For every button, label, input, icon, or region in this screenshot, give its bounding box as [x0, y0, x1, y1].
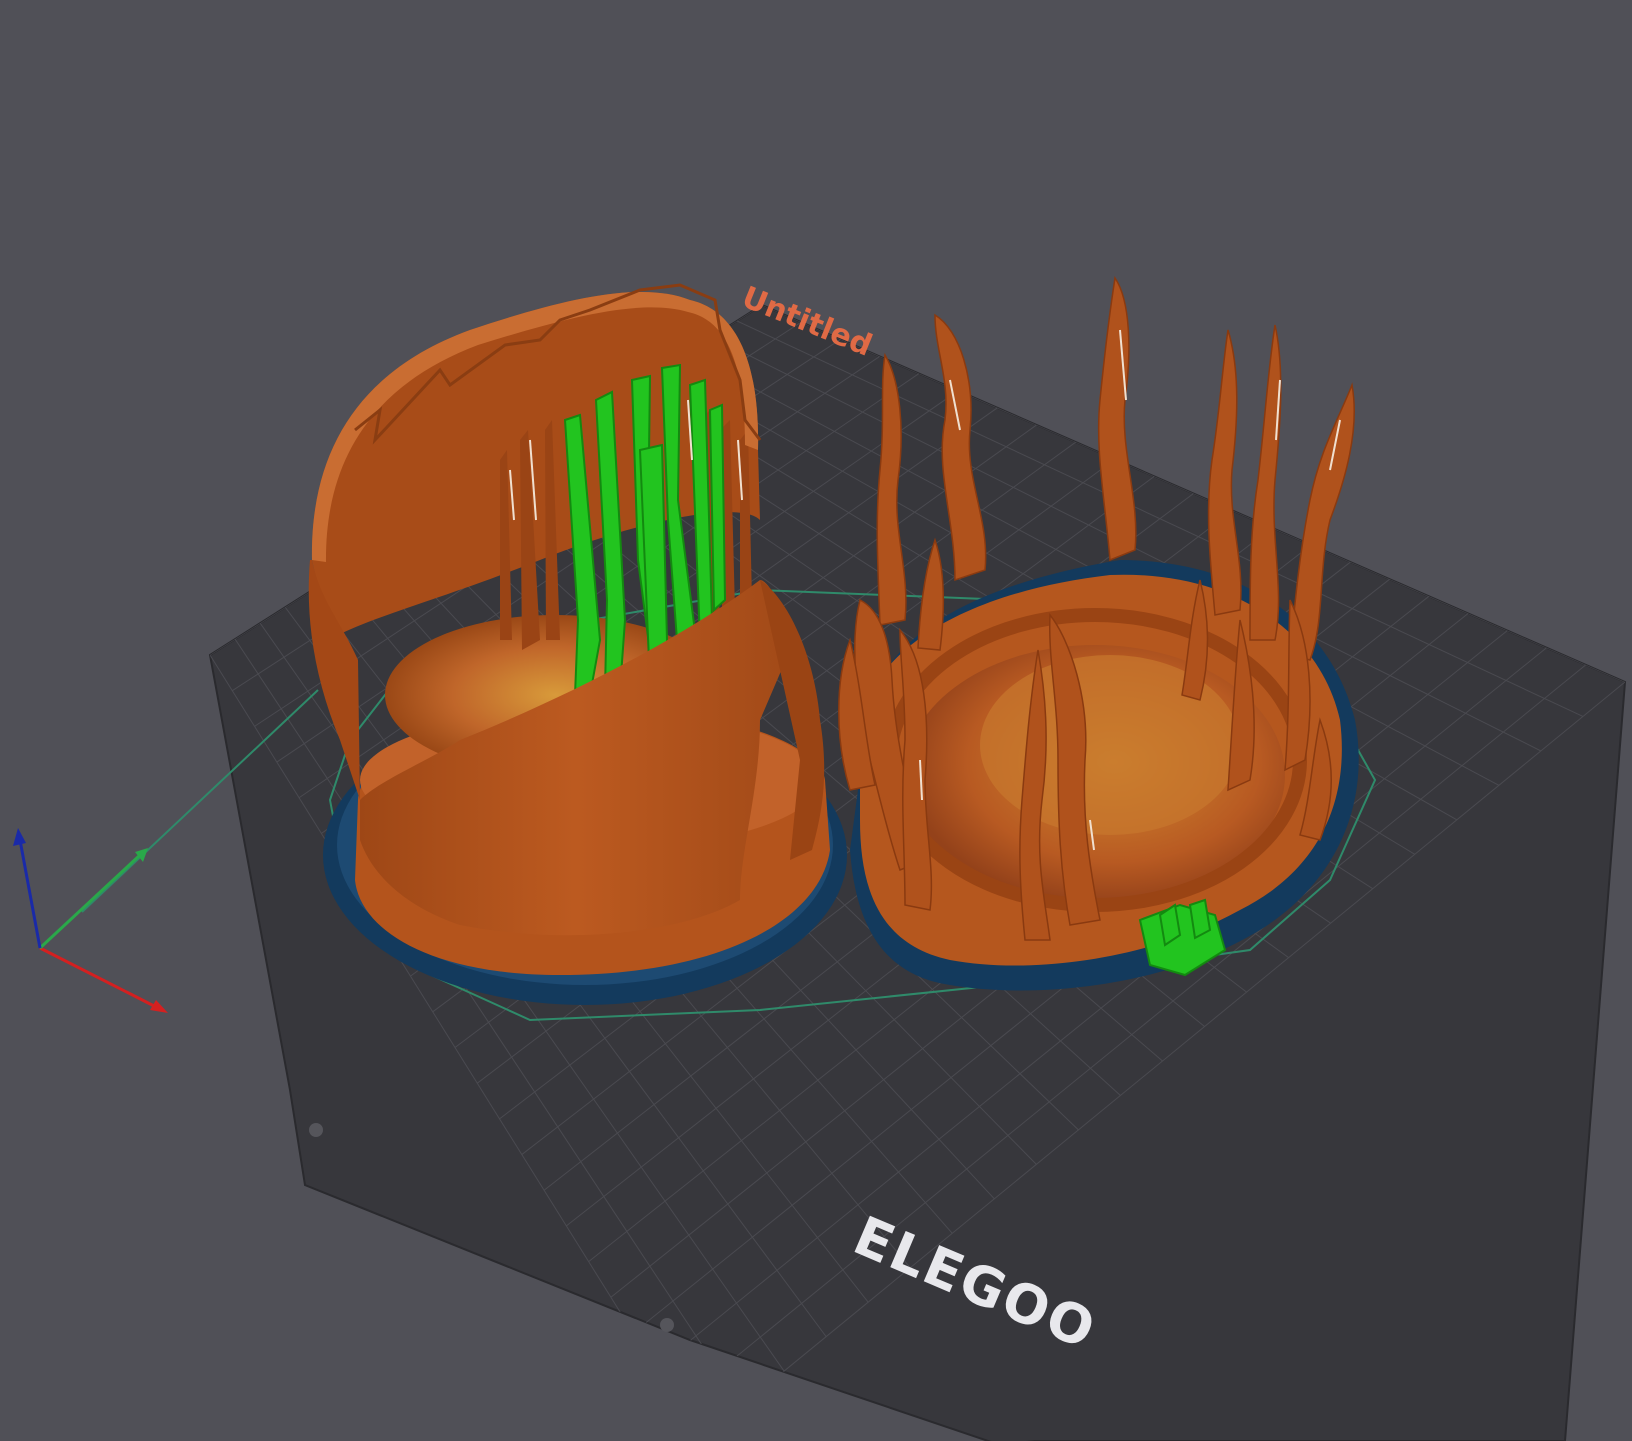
xyz-axis-icon[interactable]	[13, 828, 168, 1013]
3d-viewport[interactable]: Untitled ELEGOO	[0, 0, 1632, 1441]
bed-mount-hole	[660, 1318, 674, 1332]
bed-mount-hole	[309, 1123, 323, 1137]
scene-canvas[interactable]: Untitled ELEGOO	[0, 0, 1632, 1441]
